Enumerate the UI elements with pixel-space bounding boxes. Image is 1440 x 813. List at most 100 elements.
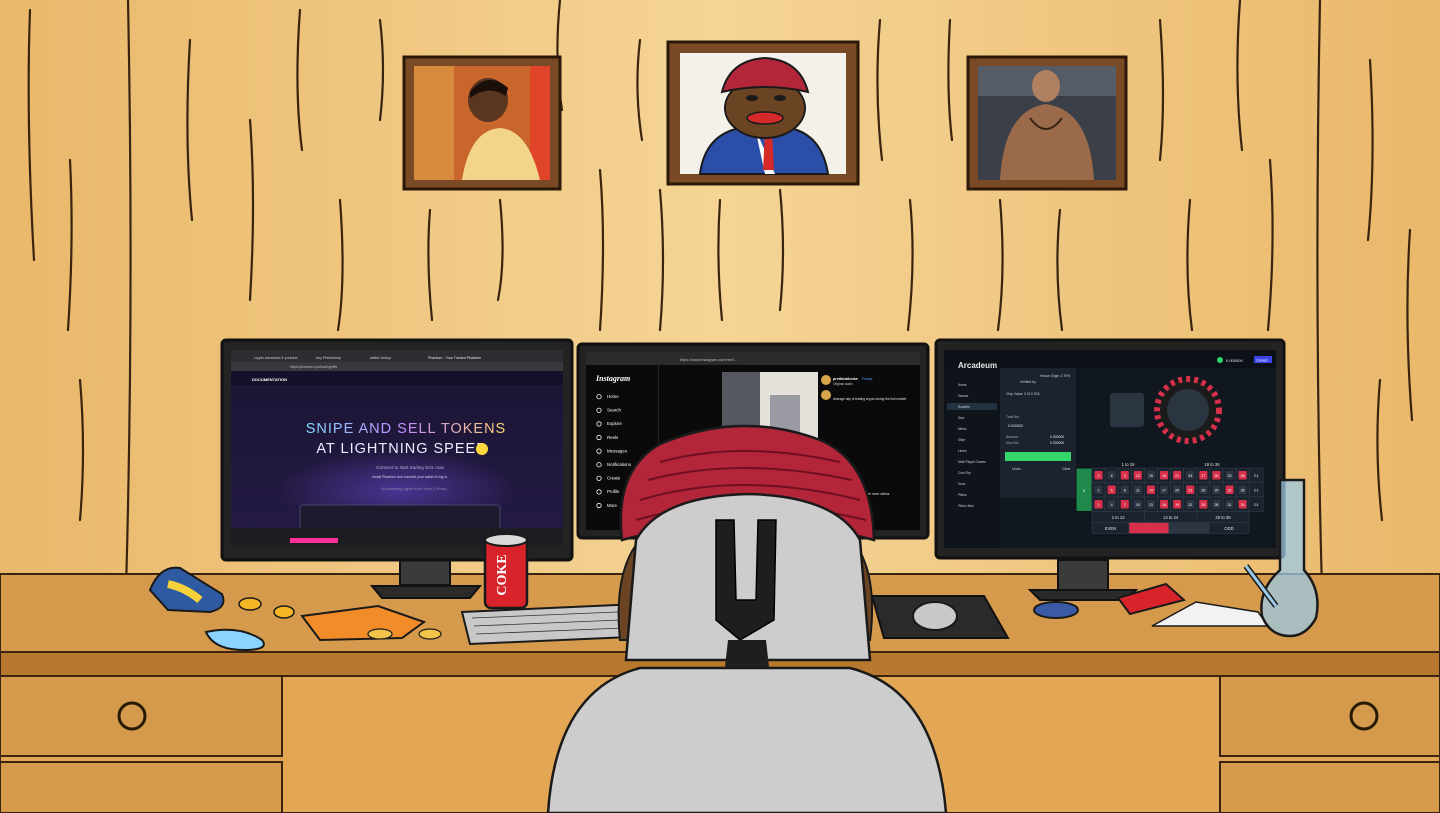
nav-item-reels[interactable]: Reels: [607, 435, 619, 440]
roulette-number: 6: [1111, 474, 1113, 478]
post-caption: Average day of trading crypto during the…: [833, 397, 906, 401]
roulette-number: 12: [1136, 474, 1140, 478]
ashtray: [1033, 601, 1079, 619]
column-bet-label: 2:1: [1254, 503, 1259, 507]
roulette-number: 27: [1201, 474, 1205, 478]
snipe-headline-2: AT LIGHTNING SPEED: [316, 441, 487, 457]
mousepad: [870, 595, 1010, 639]
roulette-number: 19: [1175, 503, 1179, 507]
sidebar-item-games[interactable]: Games: [958, 394, 969, 398]
left-url-bar[interactable]: https://phantom.xyz/trading/nfts: [290, 365, 337, 369]
roulette-number: 5: [1111, 488, 1113, 492]
roulette-board: 03 6 9 12 15 18 21 24 27 30 33 36 2:12 5 8 11 14 17 20 23 26…: [1075, 462, 1264, 534]
roulette-number: 15: [1149, 474, 1153, 478]
sidebar-item-keno[interactable]: Keno: [958, 482, 966, 486]
roulette-number: 32: [1228, 488, 1232, 492]
nav-item-explore[interactable]: Explore: [607, 421, 622, 426]
roulette-number: 29: [1214, 488, 1218, 492]
sidebar-item-slide[interactable]: Slide: [958, 438, 965, 442]
left-tab-2[interactable]: fury Philanthrop: [316, 356, 341, 360]
roulette-number: 31: [1228, 503, 1232, 507]
coke-can-label: COKE: [495, 554, 510, 595]
install-note: Install Phantom and connect your wallet …: [372, 475, 448, 479]
roulette-number: 14: [1149, 488, 1153, 492]
post-audio: Original audio: [833, 382, 853, 386]
instagram-logo[interactable]: Instagram: [595, 374, 630, 383]
verified-label: Verified by: [1020, 380, 1036, 384]
roulette-number: 22: [1188, 503, 1192, 507]
roulette-number: 10: [1136, 503, 1140, 507]
nav-item-search[interactable]: Search: [607, 408, 621, 413]
red-bet-cell[interactable]: [1128, 522, 1170, 534]
snipe-headline-1: SNIPE AND SELL TOKENS: [306, 421, 506, 437]
roulette-number: 35: [1241, 488, 1245, 492]
roulette-number: 33: [1228, 474, 1232, 478]
documentation-link[interactable]: DOCUMENTATION: [252, 377, 287, 382]
roulette-number: 17: [1162, 488, 1166, 492]
sidebar-item-multi-player-games[interactable]: Multi Player Games: [958, 460, 986, 464]
left-tab-4[interactable]: Phantom - Your Trusted Phantom: [428, 356, 481, 360]
left-tab-3[interactable]: twitter lookup: [370, 356, 391, 360]
roulette-number: 11: [1136, 488, 1140, 492]
sidebar-item-plinko[interactable]: Plinko: [958, 493, 967, 497]
nav-item-more[interactable]: More: [607, 503, 618, 508]
roulette-number: 20: [1175, 488, 1179, 492]
range-bet-label[interactable]: 1 to 18: [1122, 462, 1135, 467]
even-bet-label: EVEN: [1105, 526, 1116, 531]
odd-bet-label: ODD: [1224, 526, 1233, 531]
nav-item-create[interactable]: Create: [607, 476, 621, 481]
sidebar-item-limbo[interactable]: Limbo: [958, 449, 967, 453]
frame-left-photo: [402, 55, 562, 191]
range-bet-label[interactable]: 19 to 36: [1204, 462, 1220, 467]
roulette-number: 30: [1214, 474, 1218, 478]
roulette-number: 21: [1175, 474, 1179, 478]
nav-item-notifications[interactable]: Notifications: [607, 462, 632, 467]
roulette-number: 26: [1201, 488, 1205, 492]
roulette-number: 3: [1098, 474, 1100, 478]
roulette-number: 28: [1214, 503, 1218, 507]
balance-value: 0.000000: [1050, 435, 1064, 439]
nav-item-messages[interactable]: Messages: [607, 448, 628, 453]
roulette-number: 9: [1124, 474, 1126, 478]
sidebar-item-plinko-max[interactable]: Plinko Max: [958, 504, 974, 508]
frame-right-photo: [966, 55, 1128, 191]
nav-item-home[interactable]: Home: [607, 394, 619, 399]
wallet-balance: 0.000000: [1226, 358, 1243, 363]
house-edge: House Edge: 2.70%: [1040, 374, 1070, 378]
sidebar-item-dice[interactable]: Dice: [958, 416, 965, 420]
dozen-bet-label: 1 to 12: [1112, 515, 1125, 520]
nav-item-profile[interactable]: Profile: [607, 489, 620, 494]
sidebar-item-coin-flip[interactable]: Coin Flip: [958, 471, 971, 475]
sidebar-active-highlight: [947, 403, 997, 410]
coke-can: COKE: [483, 533, 529, 610]
roulette-number: 18: [1162, 474, 1166, 478]
chip-value: Chip Value: 0.010 SOL: [1006, 392, 1041, 396]
total-bet-value[interactable]: 0.000000: [1008, 424, 1023, 428]
column-bet-label: 2:1: [1254, 488, 1259, 492]
connect-button[interactable]: Connect: [1256, 359, 1268, 363]
max-bet-label: Max Bet: [1006, 441, 1018, 445]
roulette-number: 36: [1241, 474, 1245, 478]
left-tab-1[interactable]: crypto advanced & youtube: [254, 356, 298, 360]
sidebar-item-mines[interactable]: Mines: [958, 427, 967, 431]
undo-button[interactable]: Undo: [1012, 467, 1021, 471]
black-bet-cell[interactable]: [1168, 522, 1210, 534]
see-more-link[interactable]: see more videos: [866, 492, 890, 496]
sidebar-item-home[interactable]: Home: [958, 383, 967, 387]
terms-note[interactable]: By connecting I agree to the Terms & Pri…: [381, 487, 447, 491]
roulette-number: 24: [1188, 474, 1192, 478]
roulette-number: 13: [1149, 503, 1153, 507]
roulette-number: 8: [1124, 488, 1126, 492]
max-bet-value: 0.000000: [1050, 441, 1064, 445]
sidebar-item-roulette[interactable]: Roulette: [958, 405, 970, 409]
post-username[interactable]: prettiestdonke: [833, 377, 858, 381]
roulette-number: 25: [1201, 503, 1205, 507]
roulette-number: 1: [1098, 503, 1100, 507]
clear-button[interactable]: Clear: [1062, 467, 1071, 471]
follow-button[interactable]: Follow: [862, 377, 873, 381]
arcadeum-brand[interactable]: Arcadeum: [958, 361, 997, 370]
instagram-url[interactable]: https://www.instagram.com/reel/...: [680, 358, 737, 362]
roulette-number: 2: [1098, 488, 1100, 492]
desk-setup-illustration: crypto advanced & youtube fury Philanthr…: [0, 0, 1440, 813]
lightning-icon: [476, 443, 488, 455]
